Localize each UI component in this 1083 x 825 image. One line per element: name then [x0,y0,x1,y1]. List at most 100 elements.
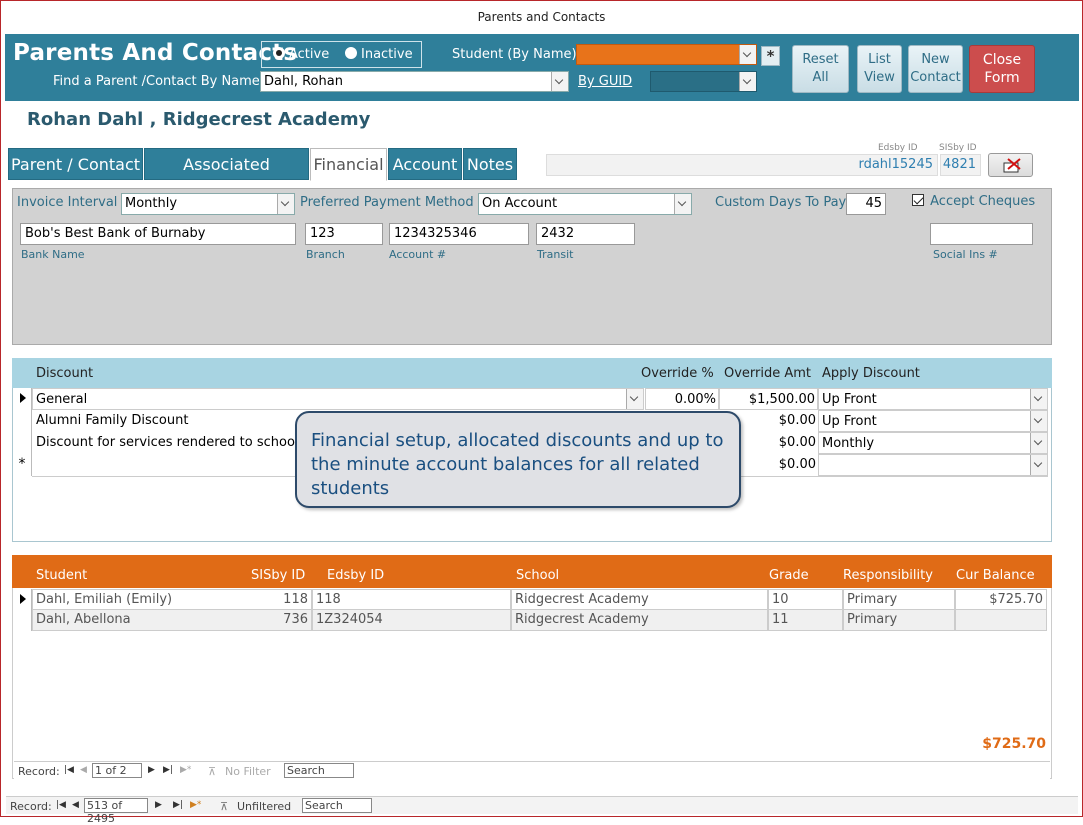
prev-record-icon[interactable]: ◀ [72,797,79,814]
filter-icon[interactable]: ⊼ [220,798,228,815]
reset-all-button[interactable]: Reset All [792,45,849,93]
main-window: Parents and Contacts Parents And Contact… [0,0,1083,825]
col-override-amt: Override Amt [724,366,812,381]
record-position-input[interactable]: 513 of 2495 [84,798,148,825]
transit-input[interactable]: 2432 [536,223,635,245]
first-record-icon[interactable]: |◀ [56,797,66,814]
row-selector-current[interactable] [13,388,32,410]
chevron-down-icon[interactable] [739,45,756,64]
branch-input[interactable]: 123 [305,223,383,245]
tab-financial[interactable]: Financial [310,148,387,181]
row-selector[interactable] [13,410,32,432]
edsby-id-cell[interactable]: 1Z324054 [312,610,511,631]
chevron-down-icon[interactable] [1030,433,1047,453]
chevron-down-icon[interactable] [1030,411,1047,431]
col-school: School [516,568,560,583]
sisby-id-cell[interactable]: 736 [247,610,312,631]
payment-method-combo[interactable]: On Account [478,193,692,215]
last-record-icon[interactable]: ▶| [163,762,173,779]
header-bar: Parents And Contacts Active Inactive Stu… [5,34,1079,101]
apply-discount-combo[interactable] [818,454,1048,476]
record-label: Record: [18,765,60,778]
last-record-icon[interactable]: ▶| [173,797,183,814]
close-form-button[interactable]: Close Form [969,45,1035,93]
account-number-input[interactable]: 1234325346 [389,223,529,245]
new-record-icon[interactable]: ▶* [190,797,201,814]
discount-name[interactable]: Discount for services rendered to school [36,432,299,453]
cur-balance-cell[interactable]: $725.70 [955,589,1047,610]
search-input[interactable]: Search [302,798,372,813]
search-input[interactable]: Search [284,763,354,778]
guid-combo[interactable] [650,71,757,92]
grade-cell[interactable]: 11 [768,610,843,631]
new-contact-button[interactable]: New Contact [908,45,963,93]
custom-days-input[interactable]: 45 [846,193,886,215]
override-amt-cell[interactable]: $1,500.00 [719,388,818,410]
radio-inactive[interactable]: Inactive [345,47,413,62]
student-by-name-label: Student (By Name) [452,47,577,62]
responsibility-cell[interactable]: Primary [843,589,955,610]
status-radio-group: Active Inactive [261,41,422,68]
apply-discount-combo[interactable]: Up Front [818,388,1048,410]
school-cell[interactable]: Ridgecrest Academy [511,610,768,631]
social-ins-label: Social Ins # [933,248,998,261]
next-record-icon[interactable]: ▶ [148,762,155,779]
invoice-interval-combo[interactable]: Monthly [121,193,295,215]
apply-discount-combo[interactable]: Up Front [818,410,1048,432]
col-edsby-id: Edsby ID [327,568,385,583]
prev-record-icon[interactable]: ◀ [80,762,87,779]
row-selector[interactable] [13,432,32,454]
school-cell[interactable]: Ridgecrest Academy [511,589,768,610]
accept-cheques-checkbox[interactable]: Accept Cheques [912,194,1035,209]
first-record-icon[interactable]: |◀ [64,762,74,779]
new-record-icon[interactable]: ▶* [180,762,191,779]
radio-active-icon [273,47,285,59]
delete-record-button[interactable] [988,153,1033,177]
find-contact-combo[interactable]: Dahl, Rohan [260,71,569,92]
student-by-name-combo[interactable] [576,44,757,65]
chevron-down-icon[interactable] [739,72,756,91]
filter-status[interactable]: No Filter [225,763,271,780]
account-number-label: Account # [389,248,447,261]
row-selector-current[interactable] [13,589,32,610]
social-ins-input[interactable] [930,223,1033,245]
find-contact-label: Find a Parent /Contact By Name [53,74,260,89]
sisby-id-label: SISby ID [939,143,977,153]
next-record-icon[interactable]: ▶ [155,797,162,814]
apply-discount-combo[interactable]: Monthly [818,432,1048,454]
chevron-down-icon[interactable] [674,194,691,214]
filter-icon[interactable]: ⊼ [208,763,216,780]
discount-combo[interactable]: General [32,388,644,410]
filter-status[interactable]: Unfiltered [237,798,291,815]
list-view-button[interactable]: List View [857,45,902,93]
tab-parent-contact[interactable]: Parent / Contact [8,148,143,180]
grade-cell[interactable]: 10 [768,589,843,610]
chevron-down-icon[interactable] [1030,455,1047,475]
students-record-navigator: Record: |◀ ◀ 1 of 2 ▶ ▶| ▶* ⊼ No Filter … [14,761,1050,779]
record-position-input[interactable]: 1 of 2 [92,763,142,778]
row-selector[interactable] [13,610,32,631]
new-record-star-button[interactable]: * [761,46,780,66]
checkbox-checked-icon [912,194,924,206]
col-apply-discount: Apply Discount [822,366,920,381]
tab-notes[interactable]: Notes [463,148,517,180]
sisby-id-cell[interactable]: 118 [247,589,312,610]
sisby-id-field: 4821 [940,154,981,176]
chevron-down-icon[interactable] [626,389,643,409]
chevron-down-icon[interactable] [1030,389,1047,409]
tab-account[interactable]: Account [388,148,462,180]
tab-associated-students[interactable]: Associated Students [144,148,309,205]
edsby-id-cell[interactable]: 118 [312,589,511,610]
chevron-down-icon[interactable] [277,194,294,214]
by-guid-link[interactable]: By GUID [578,74,632,89]
radio-active[interactable]: Active [273,47,329,62]
new-row-selector[interactable]: * [13,454,32,476]
delete-record-icon [1003,158,1021,173]
bank-name-input[interactable]: Bob's Best Bank of Burnaby [20,223,296,245]
chevron-down-icon[interactable] [551,72,568,91]
responsibility-cell[interactable]: Primary [843,610,955,631]
col-student: Student [36,568,88,583]
cur-balance-cell[interactable] [955,610,1047,631]
discount-name[interactable]: Alumni Family Discount [36,410,188,431]
override-pct-cell[interactable]: 0.00% [645,388,719,410]
